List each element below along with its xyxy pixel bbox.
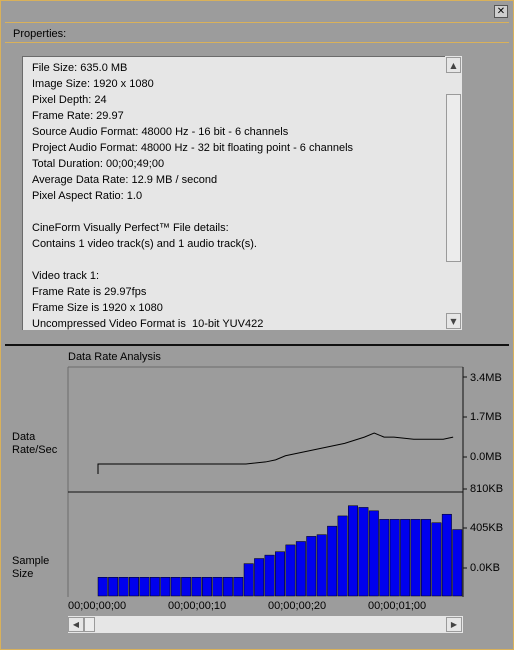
sample-size-bar	[222, 577, 233, 597]
sample-size-bar	[170, 577, 181, 597]
sample-size-bar	[181, 577, 192, 597]
sample-size-bar	[118, 577, 129, 597]
sample-size-bar	[108, 577, 119, 597]
sample-size-bar	[191, 577, 202, 597]
sample-size-bar	[441, 513, 452, 597]
sample-size-bar	[212, 577, 223, 597]
sample-size-bar	[139, 577, 150, 597]
sample-size-bar	[316, 534, 327, 597]
sample-size-bar	[160, 577, 171, 597]
sample-size-bar	[275, 551, 285, 597]
horizontal-scroll-thumb[interactable]	[84, 617, 95, 632]
sample-size-bar	[400, 519, 411, 597]
sample-size-bar	[379, 519, 390, 597]
sample-size-bar	[368, 510, 379, 597]
sample-size-bar	[202, 577, 212, 597]
scroll-right-icon[interactable]: ▶	[446, 617, 462, 632]
scroll-left-icon[interactable]: ◀	[68, 617, 84, 632]
sample-size-bar	[389, 519, 400, 597]
sample-size-bar	[431, 522, 442, 597]
sample-size-bar	[129, 577, 139, 597]
sample-size-bar	[264, 554, 275, 597]
data-rate-chart	[67, 366, 467, 597]
data-rate-line	[97, 432, 454, 474]
sample-size-bar	[358, 507, 369, 597]
sample-size-bar	[97, 577, 108, 597]
sample-size-bar	[243, 563, 254, 597]
sample-size-bar	[410, 519, 421, 597]
sample-size-bar	[452, 529, 463, 597]
sample-size-bar	[149, 577, 160, 597]
sample-size-bar	[233, 577, 244, 597]
sample-size-bar	[295, 541, 306, 597]
sample-size-bar	[337, 515, 348, 597]
sample-size-bar	[327, 525, 338, 597]
sample-size-bar	[254, 558, 265, 597]
properties-window: ✕ Properties: File Size: 635.0 MB Image S…	[0, 0, 514, 650]
sample-size-bar	[421, 519, 431, 597]
sample-size-bar	[348, 505, 358, 597]
horizontal-scrollbar[interactable]: ◀ ▶	[68, 616, 463, 633]
sample-size-bar	[306, 536, 317, 597]
sample-size-bar	[285, 544, 296, 597]
